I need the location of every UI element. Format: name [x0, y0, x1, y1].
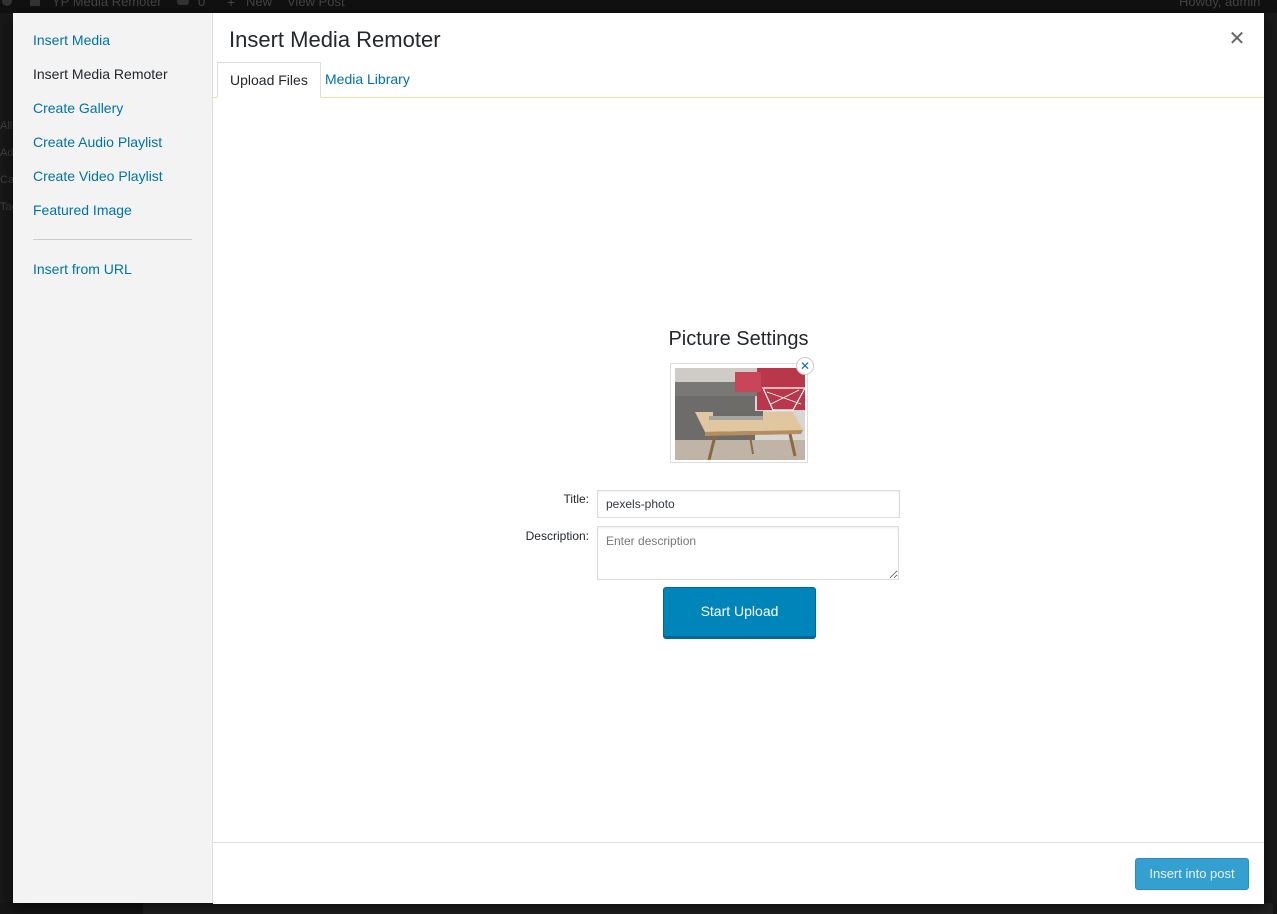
admin-menu-fragment: Tag	[0, 201, 13, 213]
admin-bar-new: New	[246, 0, 273, 9]
menu-item-featured-image[interactable]: Featured Image	[33, 202, 132, 218]
remove-icon[interactable]: ✕	[797, 358, 813, 374]
menu-item-insert-from-url[interactable]: Insert from URL	[33, 261, 132, 277]
tab-upload-files[interactable]: Upload Files	[217, 62, 321, 98]
admin-menu-fragment: Ad	[0, 147, 13, 159]
menu-item-create-audio-playlist[interactable]: Create Audio Playlist	[33, 134, 162, 150]
admin-bar-site-name: YP Media Remoter	[52, 0, 162, 9]
insert-into-post-button[interactable]: Insert into post	[1135, 858, 1249, 890]
admin-menu: All Ad Ca Tag	[0, 13, 13, 914]
plus-icon: +	[227, 0, 236, 10]
title-input[interactable]	[597, 490, 900, 518]
admin-bar: YP Media Remoter 0 + New View Post Howdy…	[0, 0, 1277, 13]
menu-item-create-gallery[interactable]: Create Gallery	[33, 100, 123, 116]
frame-title: Insert Media Remoter	[229, 27, 441, 52]
admin-menu-fragment: All	[0, 120, 13, 132]
media-menu: Insert Media Insert Media Remoter Create…	[13, 13, 213, 903]
close-icon[interactable]: ✕	[1225, 27, 1249, 51]
admin-menu-fragment: Ca	[0, 174, 13, 186]
tab-media-library[interactable]: Media Library	[313, 62, 422, 96]
media-toolbar: Insert into post	[213, 842, 1264, 904]
menu-item-insert-media-remoter[interactable]: Insert Media Remoter	[33, 66, 168, 82]
menu-item-create-video-playlist[interactable]: Create Video Playlist	[33, 168, 163, 184]
menu-item-insert-media[interactable]: Insert Media	[33, 32, 110, 48]
home-icon	[30, 0, 40, 6]
description-textarea[interactable]	[597, 526, 899, 580]
admin-bar-view-post: View Post	[287, 0, 345, 9]
menu-separator	[33, 239, 192, 240]
comment-icon	[177, 0, 189, 5]
page-background-content	[143, 903, 1273, 914]
title-label: Title:	[563, 492, 589, 506]
picture-thumbnail	[670, 363, 808, 463]
picture-thumbnail-image	[675, 368, 805, 460]
router-tabs: Upload Files Media Library	[213, 62, 1264, 98]
wordpress-logo-icon	[2, 0, 12, 6]
upload-content: Picture Settings ✕ Title: pexels-photo D…	[213, 98, 1264, 842]
admin-bar-comment-count: 0	[198, 0, 206, 9]
start-upload-button[interactable]: Start Upload	[663, 587, 816, 637]
admin-bar-greeting: Howdy, admin	[1179, 0, 1261, 9]
description-label: Description:	[525, 529, 589, 543]
picture-settings-heading: Picture Settings	[668, 328, 809, 350]
page-background-right	[1264, 13, 1277, 903]
media-modal: Insert Media Insert Media Remoter Create…	[13, 13, 1264, 904]
